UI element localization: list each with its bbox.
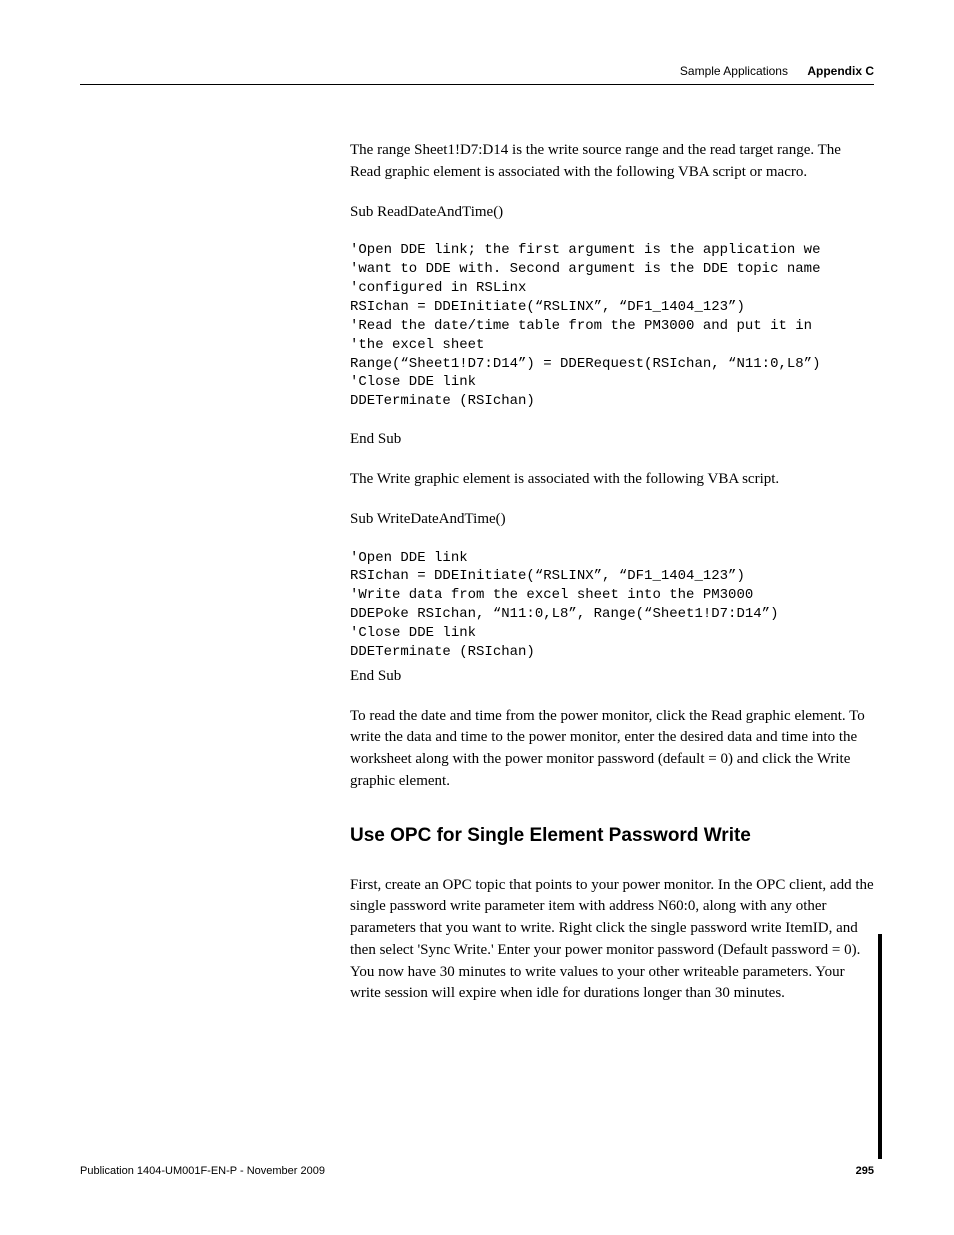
instructions-paragraph: To read the date and time from the power… [350, 706, 874, 793]
write-intro-paragraph: The Write graphic element is associated … [350, 469, 874, 491]
opc-paragraph: First, create an OPC topic that points t… [350, 875, 874, 1006]
intro-paragraph: The range Sheet1!D7:D14 is the write sou… [350, 140, 874, 184]
code-block-read: 'Open DDE link; the first argument is th… [350, 241, 874, 411]
section-heading-opc: Use OPC for Single Element Password Writ… [350, 825, 874, 847]
footer-publication: Publication 1404-UM001F-EN-P - November … [80, 1165, 325, 1177]
section-change-bar [878, 934, 882, 1159]
header-section: Sample Applications [680, 64, 788, 78]
content-column: The range Sheet1!D7:D14 is the write sou… [350, 140, 874, 1023]
sub-read-end: End Sub [350, 429, 874, 451]
sub-write-end: End Sub [350, 666, 874, 688]
page: Sample Applications Appendix C The range… [0, 0, 954, 1235]
header-appendix: Appendix C [807, 64, 874, 78]
sub-write-start: Sub WriteDateAndTime() [350, 509, 874, 531]
sub-read-start: Sub ReadDateAndTime() [350, 202, 874, 224]
page-header: Sample Applications Appendix C [80, 64, 874, 85]
page-footer: Publication 1404-UM001F-EN-P - November … [80, 1165, 874, 1177]
code-block-write: 'Open DDE link RSIchan = DDEInitiate(“RS… [350, 549, 874, 662]
footer-page-number: 295 [856, 1165, 874, 1177]
